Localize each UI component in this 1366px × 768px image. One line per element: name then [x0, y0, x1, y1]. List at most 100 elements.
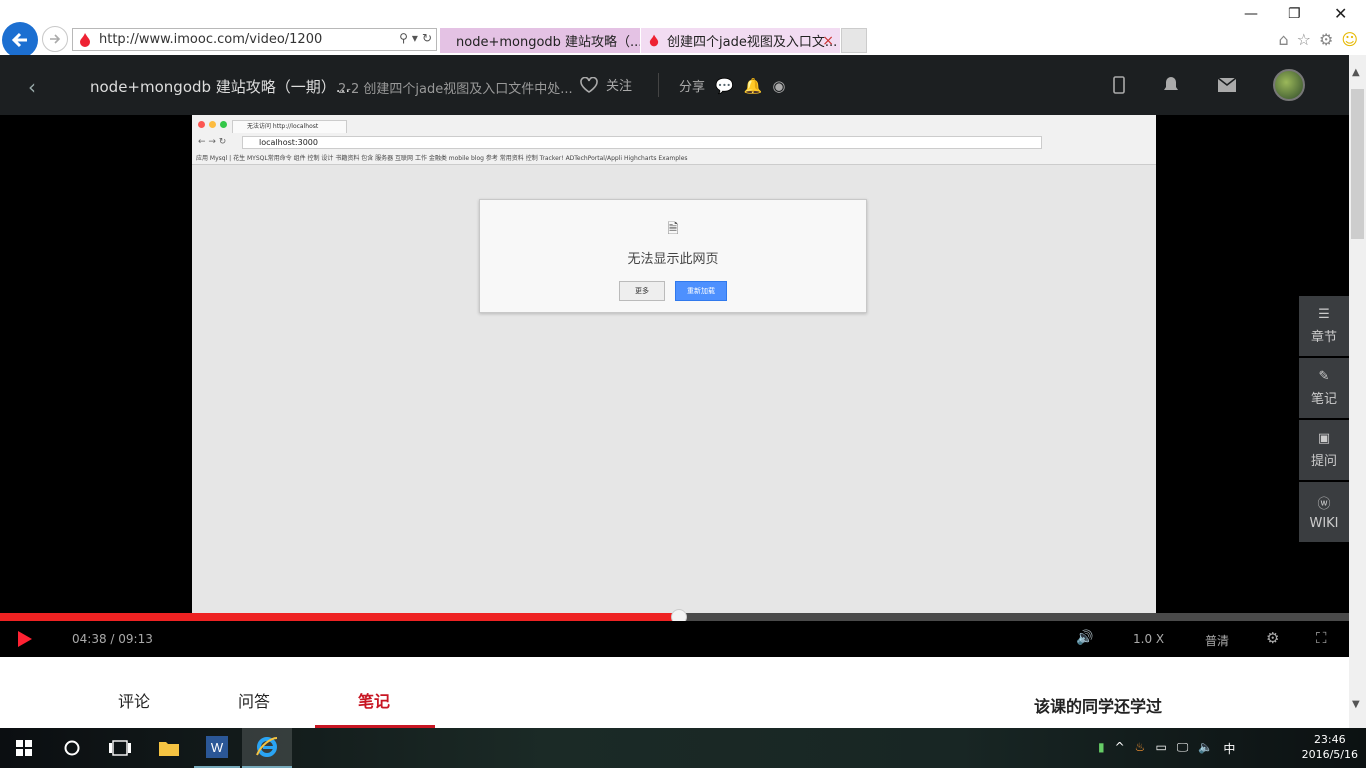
cortana-search-button[interactable] [48, 728, 96, 768]
file-explorer-button[interactable] [146, 728, 192, 768]
word-button[interactable]: W [194, 728, 240, 768]
follow-button[interactable]: 关注 [580, 75, 632, 94]
header-icons [1113, 69, 1305, 101]
power-icon[interactable]: ▭ [1155, 740, 1166, 757]
recorded-bookmarks: 应用 Mysql | 花生 MYSQL常用命令 组件 控制 设计 书籍资料 包含… [196, 155, 688, 162]
ie-button[interactable] [242, 728, 292, 768]
pencil-icon: ✎ [1318, 369, 1330, 384]
tab-course[interactable]: node+mongodb 建站攻略（... [440, 28, 640, 53]
smiley-feedback-icon[interactable]: ☺ [1341, 30, 1358, 49]
internet-explorer-icon [256, 737, 278, 757]
share-label: 分享 [679, 80, 706, 95]
clock-time: 23:46 [1313, 733, 1346, 746]
side-tab-chapters[interactable]: ☰ 章节 [1299, 296, 1349, 356]
list-icon: ☰ [1318, 307, 1330, 322]
mac-window-buttons [198, 121, 227, 128]
heart-icon [580, 76, 598, 93]
url-text: http://www.imooc.com/video/1200 [99, 32, 323, 47]
play-icon[interactable] [18, 631, 32, 647]
side-tab-label: 笔记 [1310, 392, 1337, 407]
scroll-down-icon[interactable]: ▼ [1352, 699, 1360, 710]
wiki-icon: ⓦ [1317, 497, 1331, 512]
video-player[interactable]: 无法访问 http://localhost ← → ↻ localhost:30… [0, 115, 1349, 613]
progress-fill [0, 613, 679, 621]
scroll-up-icon[interactable]: ▲ [1352, 67, 1360, 78]
course-title: node+mongodb 建站攻略（一期）... [90, 78, 351, 96]
tab-close-icon[interactable]: × [822, 33, 834, 49]
weibo-icon[interactable]: ◉ [772, 77, 785, 95]
time-readout: 04:38 / 09:13 [72, 632, 153, 646]
side-tab-wiki[interactable]: ⓦ WIKI [1299, 482, 1349, 542]
new-tab-button[interactable] [841, 28, 867, 53]
forward-button[interactable] [42, 26, 68, 52]
arrow-right-icon [50, 34, 61, 44]
divider [658, 73, 659, 97]
mobile-phone-icon[interactable] [1113, 76, 1125, 94]
back-button[interactable] [2, 22, 38, 58]
clock[interactable]: 23:46 2016/5/16 [1302, 732, 1358, 762]
error-dialog: 🗎 无法显示此网页 更多 重新加载 [479, 199, 867, 313]
clock-date: 2016/5/16 [1301, 748, 1358, 761]
fullscreen-icon[interactable]: ⛶ [1316, 629, 1327, 647]
video-frame[interactable]: 无法访问 http://localhost ← → ↻ localhost:30… [192, 115, 1156, 613]
tab-label: node+mongodb 建站攻略（... [456, 35, 640, 50]
side-tab-notes[interactable]: ✎ 笔记 [1299, 358, 1349, 418]
volume-icon[interactable]: 🔊 [1076, 630, 1093, 646]
tab-comments[interactable]: 评论 [118, 688, 150, 712]
start-button[interactable] [0, 728, 48, 768]
quality-selector[interactable]: 普清 [1205, 632, 1229, 649]
folder-icon [159, 742, 179, 756]
favorites-star-icon[interactable]: ☆ [1297, 30, 1311, 49]
recorded-address: localhost:3000 [242, 136, 1042, 149]
wechat-icon[interactable]: 💬 [715, 77, 734, 95]
lesson-title: 2-2 创建四个jade视图及入口文件中处... [338, 82, 573, 97]
app-tray-icon[interactable]: ♨ [1135, 740, 1146, 757]
notification-bell-icon[interactable] [1161, 75, 1181, 95]
error-title: 无法显示此网页 [627, 252, 719, 267]
battery-icon[interactable]: ▮ [1098, 740, 1105, 757]
task-view-button[interactable] [96, 728, 144, 768]
ime-indicator[interactable]: 中 [1223, 740, 1235, 757]
search-icon[interactable]: ⚲ [399, 31, 408, 45]
speaker-icon[interactable]: 🔈 [1198, 740, 1213, 757]
browser-toolbar: — ❐ ✕ http://www.imooc.com/video/1200 ⚲ … [0, 0, 1366, 58]
restore-icon[interactable]: ❐ [1288, 6, 1301, 22]
network-icon[interactable]: 🖵 [1177, 740, 1189, 757]
video-progress-bar[interactable] [0, 609, 1349, 625]
side-tab-label: 章节 [1310, 330, 1337, 345]
back-arrow-icon[interactable]: ‹ [28, 75, 36, 99]
settings-gear-icon[interactable]: ⚙ [1266, 629, 1279, 647]
imooc-flame-icon [80, 32, 90, 47]
tray-expand-icon[interactable]: ^ [1115, 740, 1125, 757]
tab-label: 创建四个jade视图及入口文... [667, 35, 838, 50]
site-header: ‹ node+mongodb 建站攻略（一期）... 2-2 创建四个jade视… [0, 55, 1349, 115]
svg-text:W: W [211, 740, 224, 755]
side-tab-questions[interactable]: ▣ 提问 [1299, 420, 1349, 480]
address-bar[interactable]: http://www.imooc.com/video/1200 ⚲ ▾ ↻ [72, 28, 437, 51]
tab-lesson[interactable]: 创建四个jade视图及入口文... × [641, 28, 840, 53]
speed-selector[interactable]: 1.0 X [1133, 632, 1164, 646]
settings-gear-icon[interactable]: ⚙ [1319, 30, 1333, 49]
question-icon: ▣ [1317, 431, 1331, 446]
share-group: 分享 💬 🔔 ◉ [679, 76, 785, 96]
mail-icon[interactable] [1217, 77, 1237, 93]
lesson-tabs-area: 评论 问答 笔记 该课的同学还学过 [0, 657, 1349, 728]
home-icon[interactable]: ⌂ [1278, 30, 1288, 49]
minimize-icon[interactable]: — [1244, 6, 1258, 22]
side-tab-label: WIKI [1309, 516, 1339, 531]
side-tab-label: 提问 [1310, 454, 1337, 469]
broken-page-icon: 🗎 [667, 221, 679, 237]
close-window-icon[interactable]: ✕ [1334, 4, 1347, 23]
dropdown-icon[interactable]: ▾ [412, 31, 418, 45]
recorded-tab: 无法访问 http://localhost [232, 120, 347, 133]
page-scrollbar[interactable]: ▲ ▼ [1349, 55, 1366, 728]
tab-notes[interactable]: 笔记 [358, 688, 390, 712]
qq-icon[interactable]: 🔔 [744, 77, 763, 95]
tab-qa[interactable]: 问答 [238, 688, 270, 712]
scroll-thumb[interactable] [1351, 89, 1364, 239]
refresh-icon[interactable]: ↻ [422, 31, 432, 45]
more-button: 更多 [619, 281, 665, 301]
system-tray: ▮ ^ ♨ ▭ 🖵 🔈 中 [1098, 740, 1235, 757]
recorded-nav-icons: ← → ↻ [198, 137, 227, 147]
user-avatar[interactable] [1273, 69, 1305, 101]
